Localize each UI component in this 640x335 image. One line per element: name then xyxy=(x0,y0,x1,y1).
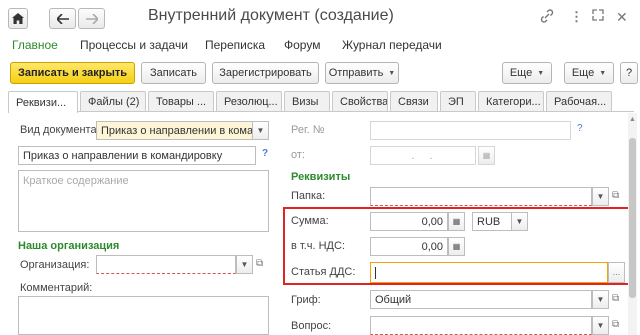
register-button[interactable]: Зарегистрировать xyxy=(212,62,319,84)
doc-type-dropdown[interactable]: ▼ xyxy=(252,121,269,140)
summary-textarea[interactable]: Краткое содержание xyxy=(18,170,269,232)
highlight-box xyxy=(283,207,630,285)
chevron-down-icon: ▼ xyxy=(388,69,396,77)
help-button[interactable]: ? xyxy=(620,62,638,84)
more-button-2[interactable]: Еще ▼ xyxy=(564,62,614,84)
tab-goods[interactable]: Товары ... xyxy=(148,91,214,112)
help-icon[interactable]: ? xyxy=(262,148,268,159)
chevron-down-icon: ▼ xyxy=(596,295,605,304)
more-label: Еще xyxy=(509,67,533,79)
more-label: Еще xyxy=(571,67,595,79)
back-button[interactable] xyxy=(49,8,76,29)
send-label: Отправить xyxy=(328,67,384,79)
org-dropdown[interactable]: ▼ xyxy=(236,255,253,274)
help-icon[interactable]: ? xyxy=(577,123,583,134)
org-label: Организация: xyxy=(20,259,90,271)
link-icon[interactable] xyxy=(540,9,554,26)
forward-button[interactable] xyxy=(78,8,105,29)
tab-links[interactable]: Связи xyxy=(390,91,438,112)
question-dropdown[interactable]: ▼ xyxy=(592,316,609,335)
tabs-divider xyxy=(8,111,634,112)
summary-placeholder: Краткое содержание xyxy=(23,175,129,187)
tab-requisites[interactable]: Реквизи... xyxy=(8,91,78,113)
window-title: Внутренний документ (создание) xyxy=(148,7,394,24)
tab-properties[interactable]: Свойства xyxy=(332,91,388,112)
question-field[interactable] xyxy=(370,316,592,335)
doc-type-field[interactable]: Приказ о направлении в команд xyxy=(96,121,253,140)
calendar-button: ▦ xyxy=(478,146,495,165)
scrollbar-thumb[interactable] xyxy=(629,138,636,298)
tab-workgroup[interactable]: Рабочая... xyxy=(546,91,612,112)
chevron-down-icon: ▼ xyxy=(256,126,265,135)
scroll-up-icon[interactable]: ▲ xyxy=(629,116,636,123)
folder-dropdown[interactable]: ▼ xyxy=(592,187,609,206)
tab-visas[interactable]: Визы xyxy=(284,91,330,112)
grif-label: Гриф: xyxy=(291,294,321,306)
tab-categories[interactable]: Категори... xyxy=(478,91,544,112)
tab-resolutions[interactable]: Резолюц... xyxy=(216,91,282,112)
folder-label: Папка: xyxy=(291,190,326,202)
question-label: Вопрос: xyxy=(291,320,332,332)
kebab-icon[interactable]: ⋮ xyxy=(570,9,583,25)
section-processes[interactable]: Процессы и задачи xyxy=(80,38,188,52)
save-button[interactable]: Записать xyxy=(141,62,206,84)
home-button[interactable] xyxy=(8,8,28,29)
close-icon[interactable]: ✕ xyxy=(616,9,628,26)
open-icon[interactable]: ⧉ xyxy=(612,293,619,304)
expand-icon[interactable] xyxy=(592,9,604,24)
open-icon[interactable]: ⧉ xyxy=(612,190,619,201)
org-group-title: Наша организация xyxy=(18,240,120,252)
chevron-down-icon: ▼ xyxy=(596,321,605,330)
open-icon[interactable]: ⧉ xyxy=(256,258,263,269)
date-label: от: xyxy=(291,149,305,161)
chevron-down-icon: ▼ xyxy=(240,260,249,269)
chevron-down-icon: ▼ xyxy=(537,69,545,77)
grif-field[interactable]: Общий xyxy=(370,290,592,309)
open-icon[interactable]: ⧉ xyxy=(612,319,619,330)
chevron-down-icon: ▼ xyxy=(596,192,605,201)
home-icon xyxy=(12,13,24,24)
doc-type-label: Вид документа: xyxy=(20,124,100,136)
org-field[interactable] xyxy=(96,255,236,274)
send-button[interactable]: Отправить ▼ xyxy=(325,62,399,84)
section-forum[interactable]: Форум xyxy=(284,38,320,52)
date-field: . . xyxy=(370,146,476,165)
reg-number-label: Рег. № xyxy=(291,124,325,136)
folder-field[interactable] xyxy=(370,187,592,206)
requisites-group-title: Реквизиты xyxy=(291,171,351,183)
grif-dropdown[interactable]: ▼ xyxy=(592,290,609,309)
chevron-down-icon: ▼ xyxy=(599,69,607,77)
save-and-close-button[interactable]: Записать и закрыть xyxy=(10,62,135,84)
more-button-1[interactable]: Еще ▼ xyxy=(502,62,552,84)
comment-textarea[interactable] xyxy=(18,296,269,335)
tab-files[interactable]: Файлы (2) xyxy=(80,91,146,112)
tab-signatures[interactable]: ЭП xyxy=(440,91,476,112)
calendar-icon: ▦ xyxy=(482,151,491,160)
section-correspondence[interactable]: Переписка xyxy=(205,38,265,52)
reg-number-field xyxy=(370,121,571,140)
arrow-left-icon xyxy=(56,13,69,24)
comment-label: Комментарий: xyxy=(20,282,93,294)
arrow-right-icon xyxy=(85,13,98,24)
doc-title-field[interactable]: Приказ о направлении в командировку xyxy=(18,146,256,165)
section-main[interactable]: Главное xyxy=(12,38,58,52)
section-transfer-log[interactable]: Журнал передачи xyxy=(342,38,442,52)
